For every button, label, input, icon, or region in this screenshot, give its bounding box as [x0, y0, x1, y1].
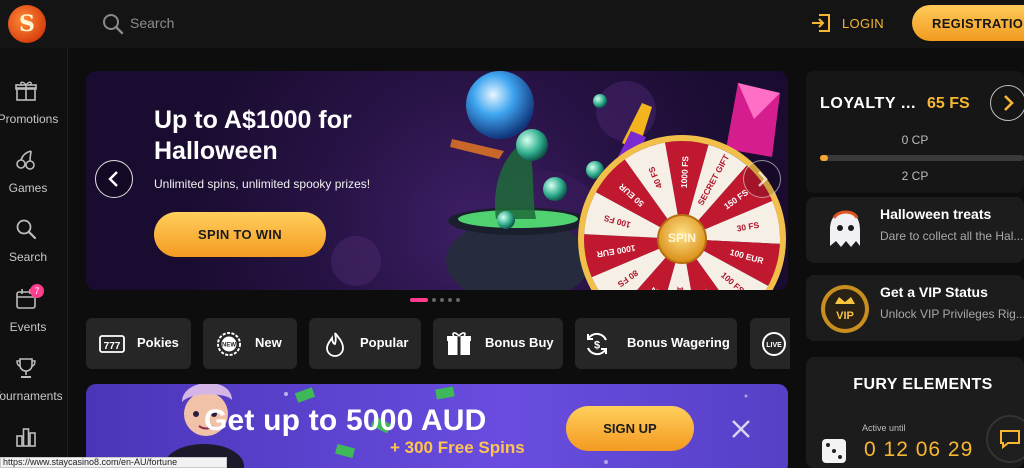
chevron-right-icon [1004, 95, 1014, 111]
category-label: Popular [360, 335, 409, 350]
wheel-center-label: SPIN [667, 231, 696, 245]
sidebar-item-label: Search [8, 250, 48, 264]
logo-letter: S [19, 11, 35, 37]
category-popular[interactable]: Popular [309, 318, 421, 369]
link-status-bar: https://www.staycasino8.com/en-AU/fortun… [0, 457, 227, 468]
category-new[interactable]: NEW New [203, 318, 297, 369]
category-live[interactable]: LIVE [750, 318, 790, 369]
category-label: Bonus Buy [485, 335, 554, 350]
dollar-cycle-icon: $ [587, 332, 607, 356]
login-label: LOGIN [842, 15, 884, 31]
wheel-segment-label: 1000 FS [679, 155, 691, 188]
card-description: Dare to collect all the Hal... [880, 229, 1024, 243]
hero-banner[interactable]: 1000 FS SECRET GIFT 150 FS 30 FS 100 EUR 100 … [86, 71, 788, 290]
sign-up-button[interactable]: SIGN UP [566, 406, 694, 451]
category-bonus-wagering[interactable]: $ Bonus Wagering [575, 318, 737, 369]
loyalty-current-cp: 0 CP [901, 133, 929, 147]
sidebar: Promotions Games Search 7 Events Tournam… [0, 48, 68, 468]
gift-icon [15, 81, 37, 101]
sidebar-item-games[interactable]: Games [0, 149, 68, 211]
svg-text:777: 777 [104, 341, 121, 352]
svg-text:NEW: NEW [222, 343, 236, 349]
svg-text:$: $ [594, 340, 600, 352]
fury-active-label: Active until [862, 423, 906, 433]
vip-crown-icon: VIP [821, 285, 869, 333]
loyalty-title: LOYALTY ... [820, 95, 917, 112]
sidebar-item-label: Promotions [0, 112, 59, 126]
vip-status-card[interactable]: VIP Get a VIP Status Unlock VIP Privileg… [806, 275, 1024, 341]
hero-dot[interactable] [432, 298, 436, 302]
fury-title: FURY ELEMENTS [853, 376, 993, 393]
loyalty-panel: LOYALTY ... 65 FS 0 CP 2 CP [806, 71, 1024, 193]
search-icon [16, 219, 37, 240]
sidebar-item-label: Games [8, 181, 48, 195]
spin-to-win-button[interactable]: SPIN TO WIN [154, 212, 326, 257]
close-icon[interactable] [730, 418, 752, 440]
dice-icon [822, 439, 846, 463]
category-pokies[interactable]: 777 Pokies [86, 318, 191, 369]
top-bar: S LOGIN REGISTRATION [0, 0, 1024, 48]
card-title: Halloween treats [880, 206, 992, 222]
category-label: Bonus Wagering [627, 335, 730, 350]
loyalty-free-spins: 65 FS [927, 95, 970, 112]
signup-promo-banner[interactable]: Get up to 5000 AUD + 300 Free Spins SIGN… [86, 384, 788, 468]
hero-subtitle: Unlimited spins, unlimited spooky prizes… [154, 177, 371, 191]
login-arrow-icon [812, 14, 830, 32]
hero-next-button[interactable] [743, 160, 781, 198]
flame-icon [326, 332, 344, 357]
search-input[interactable] [130, 12, 330, 34]
promo-title: Get up to 5000 AUD [204, 404, 487, 437]
live-chat-button[interactable] [986, 415, 1024, 463]
chat-icon [1000, 430, 1020, 450]
live-icon: LIVE [762, 332, 786, 356]
trophy-icon [16, 358, 36, 378]
loyalty-next-cp: 2 CP [901, 169, 929, 183]
halloween-treats-card[interactable]: Halloween treats Dare to collect all the… [806, 197, 1024, 263]
chart-icon [16, 428, 36, 447]
sidebar-item-label: Events [9, 320, 47, 334]
hero-pagination [410, 298, 470, 304]
card-title: Get a VIP Status [880, 284, 988, 300]
sidebar-item-events[interactable]: 7 Events [0, 284, 68, 350]
chevron-left-icon [108, 171, 118, 187]
hero-dot-active[interactable] [410, 298, 428, 302]
sidebar-item-label: Tournaments [0, 389, 63, 403]
hero-dot[interactable] [456, 298, 460, 302]
hero-dot[interactable] [448, 298, 452, 302]
sidebar-item-promotions[interactable]: Promotions [0, 80, 68, 142]
gift-box-icon [447, 332, 471, 355]
hero-prev-button[interactable] [95, 160, 133, 198]
events-count-badge: 7 [30, 284, 44, 298]
card-description: Unlock VIP Privileges Rig... [880, 307, 1024, 321]
hero-dot[interactable] [440, 298, 444, 302]
category-label: New [255, 335, 282, 350]
sidebar-item-search[interactable]: Search [0, 218, 68, 280]
sidebar-item-tournaments[interactable]: Tournaments [0, 357, 68, 419]
search-icon[interactable] [101, 12, 125, 36]
login-button[interactable]: LOGIN [810, 12, 884, 34]
registration-button[interactable]: REGISTRATION [912, 5, 1024, 41]
ghost-mascot-icon [830, 210, 860, 247]
svg-text:LIVE: LIVE [766, 342, 782, 349]
pumpkin-logo-icon[interactable]: S [8, 5, 46, 43]
new-badge-icon: NEW [217, 332, 241, 356]
category-label: Pokies [137, 335, 179, 350]
loyalty-progress-fill [820, 155, 828, 161]
loyalty-progress-bar [820, 155, 1024, 161]
cherries-icon [16, 150, 35, 170]
hero-title: Up to A$1000 for Halloween [154, 106, 352, 165]
loyalty-next-button[interactable] [990, 85, 1024, 121]
fury-timer: 0 12 06 29 [864, 438, 974, 461]
promo-subtitle: + 300 Free Spins [390, 438, 525, 457]
chevron-right-icon [758, 171, 768, 187]
category-bonus-buy[interactable]: Bonus Buy [433, 318, 563, 369]
svg-text:VIP: VIP [836, 310, 854, 322]
slot-777-icon: 777 [99, 335, 125, 353]
